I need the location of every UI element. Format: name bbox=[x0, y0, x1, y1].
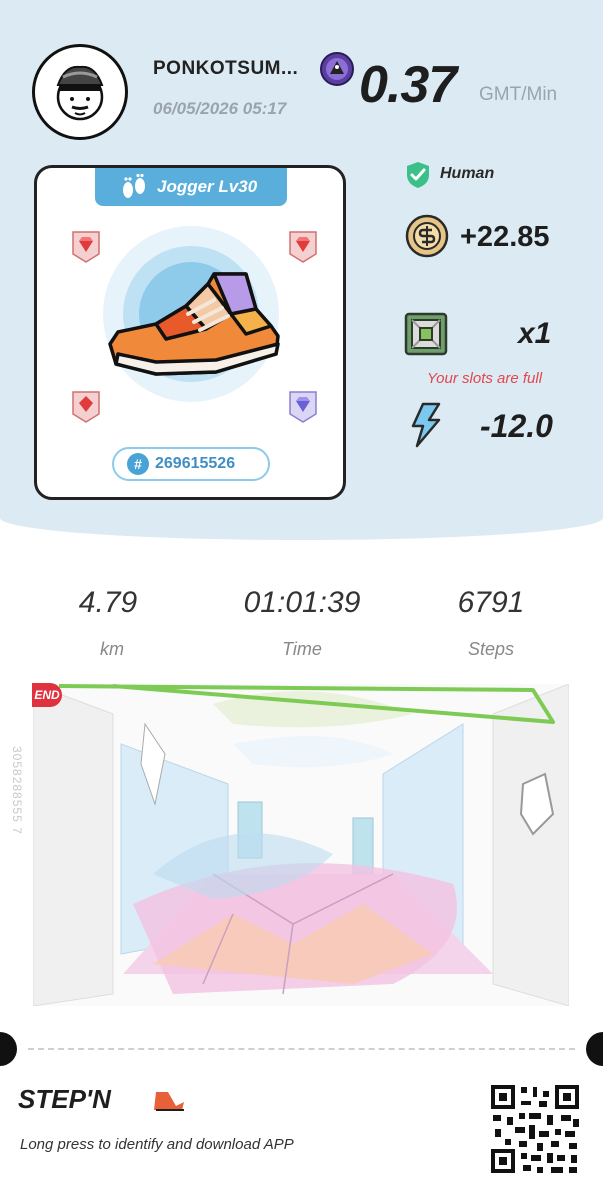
mystery-box-icon[interactable] bbox=[404, 312, 448, 356]
gem-socket-purple-icon[interactable] bbox=[286, 388, 320, 424]
gst-earned-value: +22.85 bbox=[460, 221, 550, 253]
verified-shield-icon bbox=[407, 162, 429, 188]
logo-text: STEP'N bbox=[18, 1084, 112, 1114]
route-end-marker: END bbox=[32, 683, 62, 707]
human-verified-label: Human bbox=[440, 165, 495, 182]
dashed-divider bbox=[28, 1048, 575, 1050]
city-street-illustration bbox=[33, 684, 569, 1006]
distance-value: 4.79 bbox=[78, 586, 138, 619]
energy-bolt-icon bbox=[411, 402, 441, 448]
sneaker-id: 269615526 bbox=[155, 455, 236, 472]
username: PONKOTSUM... bbox=[153, 58, 299, 79]
avatar-face-icon bbox=[56, 65, 104, 121]
time-label: Time bbox=[282, 639, 322, 659]
ticket-notch-left bbox=[0, 1032, 17, 1066]
mystery-box-count: x1 bbox=[518, 317, 552, 350]
route-map[interactable] bbox=[33, 684, 569, 1006]
ticket-notch-right bbox=[586, 1032, 603, 1066]
gem-socket-red-icon[interactable] bbox=[69, 388, 103, 424]
route-id: 3058288555 7 bbox=[10, 746, 24, 835]
gst-coin-icon bbox=[405, 214, 449, 258]
achievement-badge-icon[interactable] bbox=[320, 52, 354, 86]
slots-full-warning: Your slots are full bbox=[427, 370, 543, 387]
time-value: 01:01:39 bbox=[243, 586, 361, 619]
sneaker-image bbox=[103, 226, 280, 402]
download-hint: Long press to identify and download APP bbox=[20, 1136, 294, 1153]
steps-label: Steps bbox=[467, 639, 515, 659]
run-timestamp: 06/05/2026 05:17 bbox=[153, 99, 287, 118]
gem-socket-red-icon[interactable] bbox=[286, 228, 320, 264]
sneaker-class-label: Jogger Lv30 bbox=[157, 177, 258, 196]
share-card: PONKOTSUM... 06/05/2026 05:17 0.37 GMT/M… bbox=[0, 0, 603, 1199]
footprints-icon bbox=[123, 173, 145, 198]
qr-code[interactable] bbox=[489, 1083, 581, 1175]
distance-label: km bbox=[100, 639, 124, 659]
earn-rate-value: 0.37 bbox=[359, 56, 457, 114]
user-avatar[interactable] bbox=[32, 44, 128, 140]
stepn-logo: STEP'N bbox=[18, 1084, 184, 1114]
energy-spent-value: -12.0 bbox=[480, 408, 553, 444]
earn-rate-unit: GMT/Min bbox=[479, 84, 558, 105]
hash-icon: # bbox=[127, 453, 149, 475]
steps-value: 6791 bbox=[457, 586, 525, 619]
gem-socket-red-icon[interactable] bbox=[69, 228, 103, 264]
